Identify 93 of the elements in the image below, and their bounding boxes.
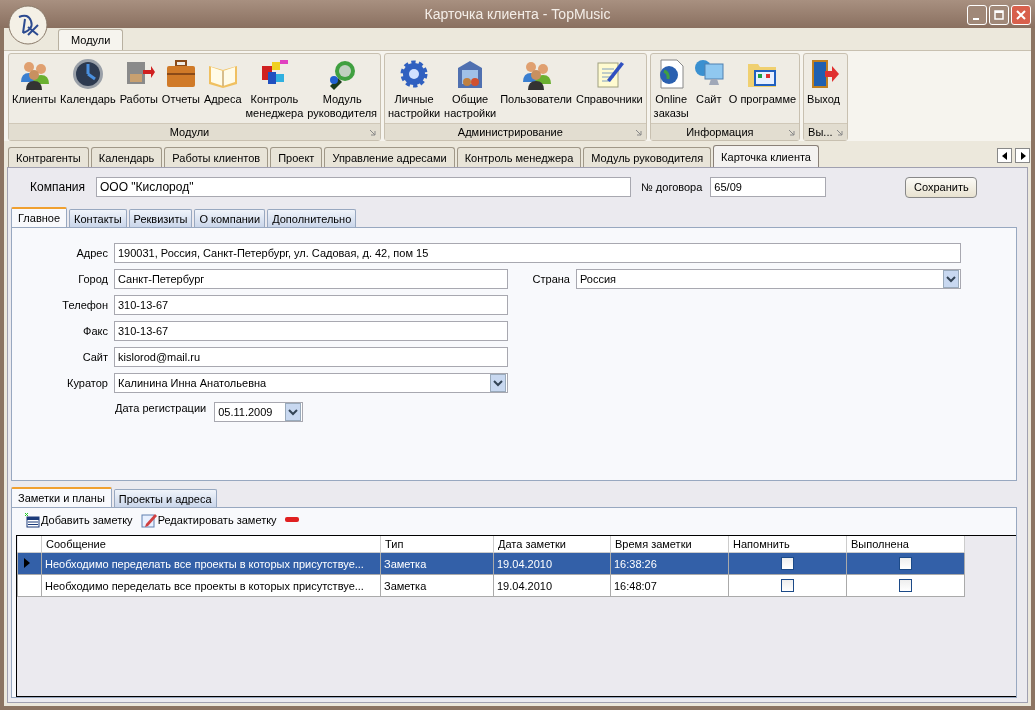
field-label: Сайт: [81, 351, 108, 363]
document-tab[interactable]: Работы клиентов: [164, 147, 269, 167]
ribbon-button[interactable]: Выход: [805, 58, 842, 106]
text-field[interactable]: 310-13-67: [114, 321, 508, 341]
company-field[interactable]: ООО "Кислород": [96, 177, 631, 197]
ribbon-button[interactable]: Клиенты: [10, 58, 59, 106]
column-header[interactable]: Тип: [380, 536, 494, 553]
group-label: Модули: [169, 126, 210, 138]
ribbon-button[interactable]: Личные настройки: [386, 58, 443, 120]
app-logo[interactable]: [8, 5, 48, 45]
text-field[interactable]: Санкт-Петербург: [114, 269, 508, 289]
dialog-launcher-icon[interactable]: [369, 129, 376, 136]
field-label: Страна: [531, 273, 570, 285]
dropdown-field[interactable]: Россия: [576, 269, 961, 289]
ribbon-button[interactable]: Пользователи: [498, 58, 574, 106]
group-label: Администрирование: [457, 126, 563, 138]
document-tab[interactable]: Карточка клиента: [713, 145, 819, 167]
ribbon-button[interactable]: Работы: [117, 58, 160, 106]
ribbon-button[interactable]: Общие настройки: [442, 58, 499, 120]
ribbon-button[interactable]: О программе: [726, 58, 799, 106]
ribbon-button[interactable]: Сайт: [690, 58, 727, 106]
field-label: Дата регистрации: [115, 402, 207, 414]
left-arrow-icon: [1000, 151, 1009, 160]
right-arrow-icon: [1018, 151, 1027, 160]
field-label: № договора: [641, 181, 703, 193]
clock-icon: [71, 58, 104, 90]
document-tab[interactable]: Проект: [270, 147, 323, 167]
ribbon-button[interactable]: Online заказы: [651, 58, 691, 120]
add-list-icon: [24, 512, 40, 528]
ribbon-button[interactable]: Адреса: [201, 58, 244, 106]
document-tab[interactable]: Календарь: [90, 147, 163, 167]
save-button[interactable]: Сохранить: [905, 176, 978, 198]
close-icon: [1016, 10, 1026, 20]
ribbon-tab[interactable]: Модули: [58, 29, 124, 50]
form-tab[interactable]: Реквизиты: [128, 209, 193, 227]
scroll-left-button[interactable]: [997, 148, 1012, 163]
field-label: Адрес: [75, 247, 108, 259]
field-label: Факс: [82, 325, 108, 337]
form-tab[interactable]: Контакты: [69, 209, 127, 227]
ribbon-button[interactable]: Справочники: [573, 58, 645, 106]
table-cell: Необходимо переделать все проекты в которых присутствуе...: [41, 574, 381, 597]
column-header[interactable]: Время заметки: [610, 536, 729, 553]
add-note-button[interactable]: Добавить заметку: [22, 512, 135, 528]
column-header[interactable]: Сообщение: [41, 536, 381, 553]
ribbon-button[interactable]: Отчеты: [159, 58, 202, 106]
document-tab[interactable]: Контроль менеджера: [456, 147, 582, 167]
text-field[interactable]: 190031, Россия, Санкт-Петербург, ул. Садовая, д. 42, пом 15: [114, 243, 961, 263]
checkbox[interactable]: [899, 557, 912, 571]
notes-tab[interactable]: Заметки и планы: [11, 487, 112, 507]
contract-field[interactable]: 65/09: [710, 177, 827, 197]
column-header[interactable]: Напомнить: [728, 536, 847, 553]
field-label: Компания: [29, 180, 85, 194]
minimize-icon: [972, 17, 979, 20]
date-field[interactable]: 05.11.2009: [214, 402, 304, 422]
document-tab[interactable]: Управление адресами: [324, 147, 455, 167]
maximize-icon: [994, 10, 1004, 20]
ribbon-button[interactable]: Модуль руководителя: [305, 58, 379, 120]
window-title: Карточка клиента - TopMusic: [424, 6, 611, 22]
briefcase-icon: [164, 58, 197, 90]
minimize-button[interactable]: [967, 5, 987, 25]
document-tab[interactable]: Модуль руководителя: [583, 147, 712, 167]
text-field[interactable]: kislorod@mail.ru: [114, 347, 508, 367]
notes-tab[interactable]: Проекты и адреса: [113, 489, 217, 507]
field-label: Телефон: [61, 299, 108, 311]
group-label: Информация: [686, 126, 754, 138]
column-header[interactable]: Выполнена: [846, 536, 965, 553]
field-label: Куратор: [66, 377, 108, 389]
dialog-launcher-icon[interactable]: [788, 129, 796, 136]
form-tab[interactable]: О компании: [194, 209, 266, 227]
form-tab[interactable]: Главное: [11, 207, 68, 227]
delete-note-button[interactable]: [282, 517, 301, 523]
document-tab[interactable]: Контрагенты: [8, 147, 89, 167]
dropdown-field[interactable]: Калинина Инна Анатольевна: [114, 373, 508, 393]
table-cell: Необходимо переделать все проекты в которых присутствуе...: [41, 552, 381, 575]
checkbox[interactable]: [781, 579, 794, 593]
scroll-right-button[interactable]: [1015, 148, 1030, 163]
field-label: Город: [77, 273, 108, 285]
minus-icon: [284, 517, 299, 523]
group-label: Вы...: [808, 126, 833, 138]
ribbon-button[interactable]: Контроль менеджера: [243, 58, 306, 120]
checkbox[interactable]: [781, 557, 794, 571]
maximize-button[interactable]: [989, 5, 1009, 25]
checkbox[interactable]: [899, 579, 912, 593]
dialog-launcher-icon[interactable]: [835, 129, 843, 136]
edit-pencil-icon: [140, 512, 157, 528]
row-indicator-icon: [24, 557, 30, 568]
close-button[interactable]: [1011, 5, 1031, 25]
column-header[interactable]: Дата заметки: [493, 536, 611, 553]
text-field[interactable]: 310-13-67: [114, 295, 508, 315]
edit-note-button[interactable]: Редактировать заметку: [138, 512, 279, 528]
form-tab[interactable]: Дополнительно: [267, 209, 357, 227]
ribbon-button[interactable]: Календарь: [58, 58, 118, 106]
dialog-launcher-icon[interactable]: [634, 129, 642, 136]
